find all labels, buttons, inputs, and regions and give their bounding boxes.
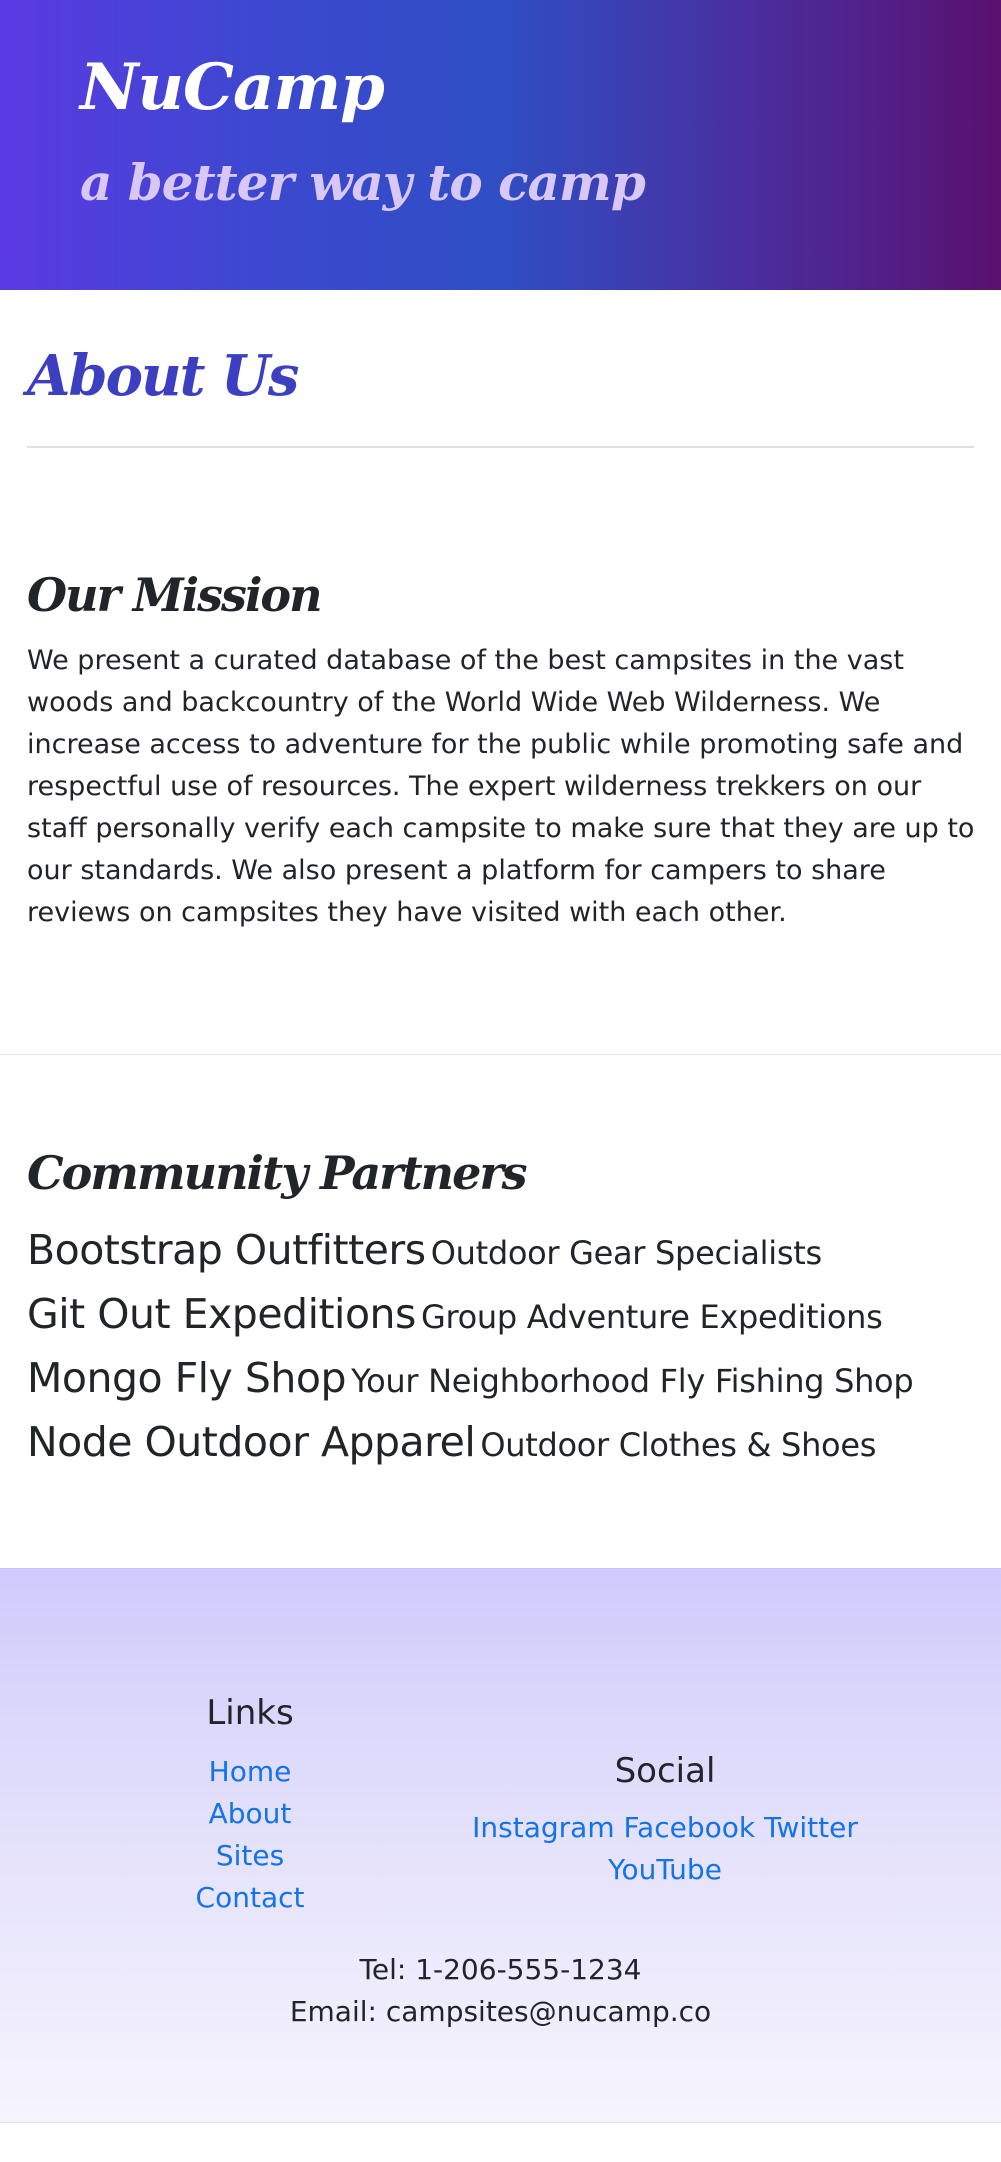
partner-name: Git Out Expeditions bbox=[27, 1290, 416, 1338]
partner-description: Group Adventure Expeditions bbox=[420, 1298, 883, 1336]
footer-phone: Tel: 1-206-555-1234 bbox=[359, 1953, 642, 1986]
social-link-instagram[interactable]: Instagram bbox=[472, 1811, 614, 1844]
bottom-divider bbox=[0, 2122, 1001, 2123]
partner-item: Node Outdoor Apparel Outdoor Clothes & S… bbox=[27, 1410, 997, 1474]
partner-name: Mongo Fly Shop bbox=[27, 1354, 346, 1402]
social-link-youtube[interactable]: YouTube bbox=[608, 1853, 722, 1886]
mission-heading: Our Mission bbox=[27, 568, 323, 622]
footer-link-about[interactable]: About bbox=[150, 1797, 350, 1830]
brand-name: NuCamp bbox=[80, 50, 385, 125]
partner-item: Bootstrap Outfitters Outdoor Gear Specia… bbox=[27, 1218, 997, 1282]
partner-description: Outdoor Clothes & Shoes bbox=[480, 1426, 877, 1464]
partner-name: Node Outdoor Apparel bbox=[27, 1418, 476, 1466]
site-footer: Links Home About Sites Contact Social In… bbox=[0, 1568, 1001, 2123]
social-links-row: Instagram Facebook Twitter bbox=[400, 1811, 930, 1844]
section-divider bbox=[0, 1054, 1001, 1055]
footer-link-home[interactable]: Home bbox=[150, 1755, 350, 1788]
footer-link-sites[interactable]: Sites bbox=[150, 1839, 350, 1872]
partner-item: Git Out Expeditions Group Adventure Expe… bbox=[27, 1282, 997, 1346]
partner-name: Bootstrap Outfitters bbox=[27, 1226, 426, 1274]
social-links-row: YouTube bbox=[400, 1853, 930, 1886]
page: NuCamp a better way to camp About Us Our… bbox=[0, 0, 1001, 2162]
brand-tagline: a better way to camp bbox=[80, 153, 646, 212]
footer-email: Email: campsites@nucamp.co bbox=[289, 1995, 712, 2028]
partner-description: Your Neighborhood Fly Fishing Shop bbox=[351, 1362, 914, 1400]
footer-links-heading: Links bbox=[206, 1693, 294, 1733]
footer-link-contact[interactable]: Contact bbox=[150, 1881, 350, 1914]
social-link-twitter[interactable]: Twitter bbox=[764, 1811, 858, 1844]
mission-text: We present a curated database of the bes… bbox=[27, 645, 975, 928]
page-title: About Us bbox=[27, 343, 299, 409]
footer-social-heading: Social bbox=[614, 1751, 716, 1791]
hero-banner: NuCamp a better way to camp bbox=[0, 0, 1001, 290]
social-link-facebook[interactable]: Facebook bbox=[624, 1811, 756, 1844]
title-divider bbox=[27, 446, 974, 448]
partners-heading: Community Partners bbox=[27, 1146, 527, 1200]
partner-item: Mongo Fly Shop Your Neighborhood Fly Fis… bbox=[27, 1346, 997, 1410]
partner-description: Outdoor Gear Specialists bbox=[430, 1234, 822, 1272]
partners-list: Bootstrap Outfitters Outdoor Gear Specia… bbox=[27, 1218, 997, 1474]
